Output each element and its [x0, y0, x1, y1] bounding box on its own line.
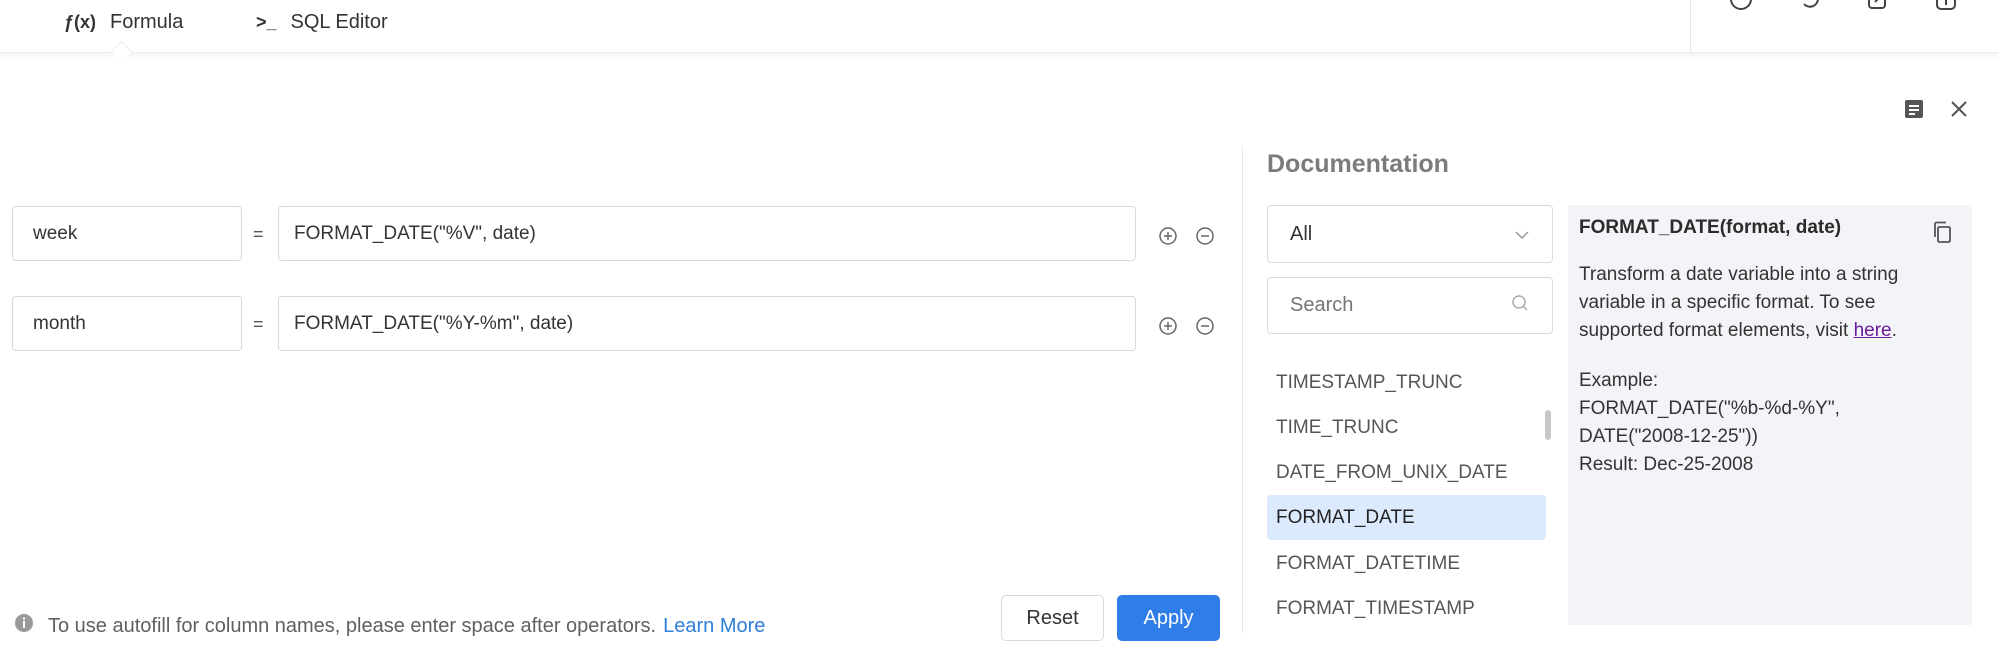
chevron-down-icon [1514, 223, 1530, 246]
doc-search-input[interactable] [1290, 294, 1490, 317]
documentation-title: Documentation [1267, 150, 1449, 178]
function-list-item[interactable]: TIMESTAMP_TRUNC [1267, 360, 1546, 405]
toolbar-divider [1690, 0, 1691, 52]
function-description-text: Transform a date variable into a string … [1579, 264, 1899, 341]
formula-name-input[interactable]: week [12, 206, 242, 261]
function-example: Example: FORMAT_DATE("%b-%d-%Y", DATE("2… [1579, 367, 1961, 479]
function-list-item[interactable]: DATE_FROM_UNIX_DATE [1267, 450, 1546, 495]
reset-button[interactable]: Reset [1001, 595, 1104, 641]
format-elements-link[interactable]: here [1854, 320, 1892, 341]
description-period: . [1891, 320, 1897, 341]
function-list-item-selected[interactable]: FORMAT_DATE [1267, 495, 1546, 540]
add-row-icon[interactable] [1158, 316, 1178, 336]
learn-more-link[interactable]: Learn More [663, 615, 765, 638]
top-toolbar: ƒ(x) Formula >_ SQL Editor [0, 0, 1999, 63]
formula-expression-input[interactable]: FORMAT_DATE("%Y-%m", date) [278, 296, 1136, 351]
function-icon: ƒ(x) [64, 11, 97, 32]
category-select[interactable]: All [1267, 205, 1553, 263]
function-list-item[interactable]: FORMAT_DATETIME [1267, 541, 1546, 586]
autofill-hint: To use autofill for column names, please… [14, 613, 765, 639]
formula-name-input[interactable]: month [12, 296, 242, 351]
remove-row-icon[interactable] [1195, 316, 1215, 336]
close-icon[interactable] [1946, 96, 1972, 122]
example-label: Example: [1579, 370, 1659, 391]
formula-expression-input[interactable]: FORMAT_DATE("%V", date) [278, 206, 1136, 261]
function-list-item[interactable]: TIME_TRUNC [1267, 405, 1546, 450]
example-code-line: DATE("2008-12-25")) [1579, 426, 1758, 447]
autofill-hint-text: To use autofill for column names, please… [48, 614, 657, 637]
tab-formula-label: Formula [110, 10, 184, 33]
copy-icon[interactable] [1930, 219, 1954, 245]
refresh-circle-icon[interactable] [1728, 0, 1754, 12]
equals-sign: = [253, 224, 264, 244]
function-list-scrollbar[interactable] [1545, 410, 1551, 440]
tab-sql-editor[interactable]: >_ SQL Editor [256, 8, 388, 36]
function-detail-card: FORMAT_DATE(format, date) Transform a da… [1568, 205, 1972, 625]
info-bubble-icon[interactable] [1933, 0, 1959, 12]
edit-share-icon[interactable] [1865, 0, 1891, 12]
active-tab-indicator [110, 40, 133, 63]
category-select-value: All [1290, 222, 1313, 245]
apply-button[interactable]: Apply [1117, 595, 1220, 641]
function-list-item[interactable]: FORMAT_TIMESTAMP [1267, 586, 1546, 631]
info-icon [14, 613, 34, 639]
terminal-icon: >_ [256, 11, 277, 32]
function-signature: FORMAT_DATE(format, date) [1579, 217, 1842, 238]
equals-sign: = [253, 314, 264, 334]
tab-formula[interactable]: ƒ(x) Formula [64, 8, 183, 36]
panel-divider [1242, 146, 1243, 633]
doc-search-field[interactable] [1267, 277, 1553, 334]
sync-icon[interactable] [1797, 0, 1823, 12]
tab-sql-editor-label: SQL Editor [290, 10, 388, 33]
function-description: Transform a date variable into a string … [1579, 261, 1961, 345]
notes-icon[interactable] [1901, 96, 1927, 122]
example-result: Result: Dec-25-2008 [1579, 454, 1754, 475]
remove-row-icon[interactable] [1195, 226, 1215, 246]
example-code-line: FORMAT_DATE("%b-%d-%Y", [1579, 398, 1840, 419]
add-row-icon[interactable] [1158, 226, 1178, 246]
search-icon [1510, 293, 1530, 319]
